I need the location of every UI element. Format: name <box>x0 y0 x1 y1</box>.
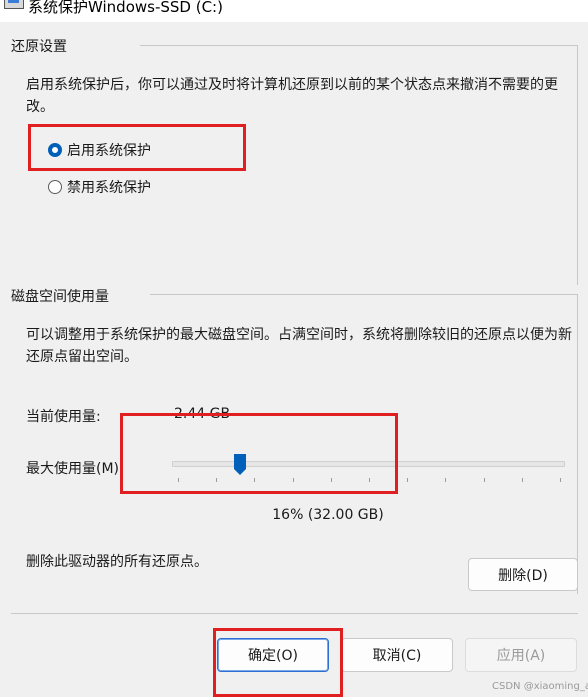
enable-protection-radio[interactable]: 启用系统保护 <box>48 140 151 160</box>
restore-group-top-line <box>140 45 578 46</box>
slider-tick <box>445 478 447 482</box>
disable-protection-label[interactable]: 禁用系统保护 <box>67 177 151 197</box>
title-bar: 系统保护Windows-SSD (C:) <box>0 0 588 22</box>
restore-description: 启用系统保护后，你可以通过及时将计算机还原到以前的某个状态点来撤消不需要的更改。 <box>26 77 558 115</box>
slider-tick <box>178 478 179 482</box>
max-usage-slider-thumb[interactable] <box>234 454 247 476</box>
disk-description: 可以调整用于系统保护的最大磁盘空间。占满空间时，系统将删除较旧的还原点以便为新还… <box>26 327 572 365</box>
enable-protection-label[interactable]: 启用系统保护 <box>67 140 151 160</box>
slider-tick <box>560 478 561 482</box>
restore-group-right-line <box>577 45 578 285</box>
slider-tick <box>483 478 485 482</box>
disable-protection-radio[interactable]: 禁用系统保护 <box>48 177 151 197</box>
current-usage-value: 2.44 GB <box>174 406 231 422</box>
bottom-separator <box>11 613 578 614</box>
slider-tick <box>369 478 370 482</box>
cancel-button[interactable]: 取消(C) <box>341 638 453 672</box>
ok-button[interactable]: 确定(O) <box>217 638 329 672</box>
slider-readout: 16% (32.00 GB) <box>272 507 384 523</box>
disk-usage-title: 磁盘空间使用量 <box>11 289 109 305</box>
disk-group-top-line <box>150 294 578 295</box>
delete-description: 删除此驱动器的所有还原点。 <box>26 554 208 570</box>
slider-tick <box>292 478 294 482</box>
radio-unchecked-icon[interactable] <box>48 180 62 194</box>
disk-group-right-line <box>577 294 578 594</box>
max-usage-slider-track[interactable] <box>172 461 565 467</box>
max-usage-label: 最大使用量(M): <box>26 461 124 477</box>
highlight-box-slider <box>120 413 398 494</box>
slider-tick <box>254 478 256 482</box>
delete-button[interactable]: 删除(D) <box>468 558 578 591</box>
apply-button[interactable]: 应用(A) <box>465 638 577 672</box>
current-usage-label: 当前使用量: <box>26 409 101 425</box>
slider-tick <box>330 478 332 482</box>
system-protection-icon <box>4 0 24 9</box>
restore-settings-title: 还原设置 <box>11 39 67 55</box>
window-title: 系统保护Windows-SSD (C:) <box>28 0 223 16</box>
watermark: CSDN @xiaoming_a <box>492 681 588 692</box>
radio-checked-icon[interactable] <box>48 143 62 157</box>
slider-tick <box>216 478 218 482</box>
slider-tick <box>407 478 409 482</box>
slider-tick <box>521 478 523 482</box>
